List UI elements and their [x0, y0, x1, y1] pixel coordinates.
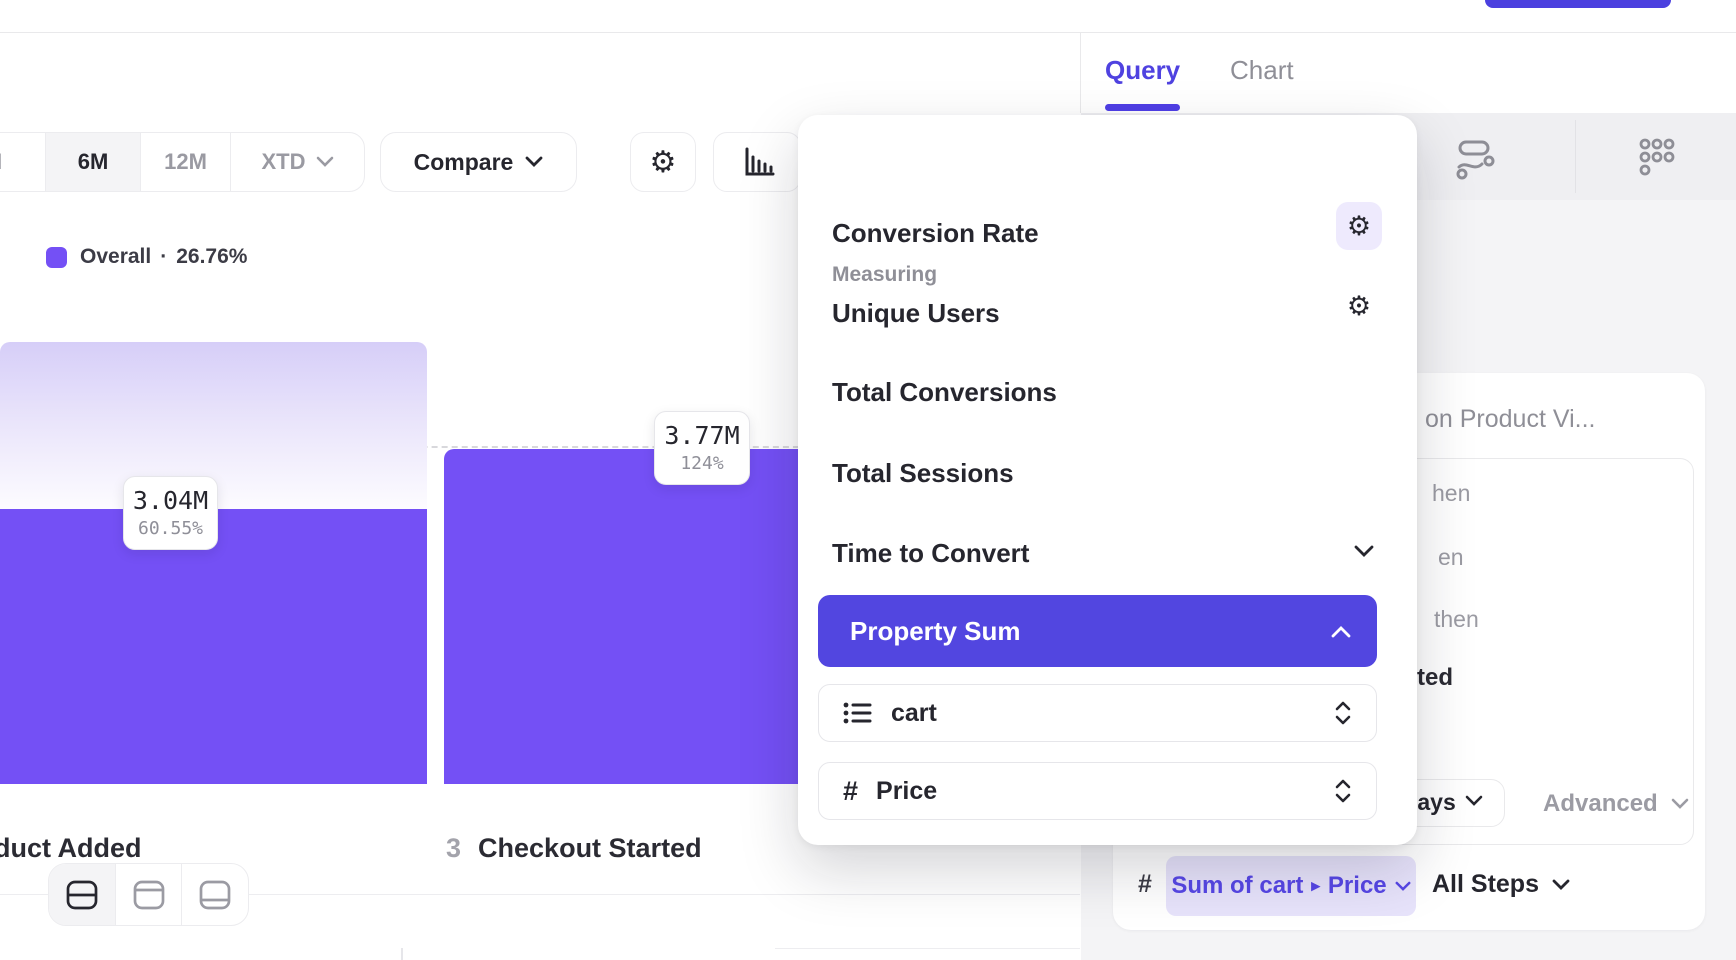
chevron-down-icon — [1671, 798, 1689, 810]
percent-step2: 60.55% — [124, 516, 217, 542]
advanced-dropdown[interactable]: Advanced — [1543, 790, 1689, 818]
menu-item-total-conversions[interactable]: Total Conversions — [832, 377, 1057, 408]
select-arrows-icon — [1332, 776, 1354, 806]
primary-action-button-partial[interactable] — [1485, 0, 1671, 8]
app-window: M 6M 12M XTD Compare ⚙ Overall · 26.76% — [0, 0, 1736, 960]
step-row-fragment-4: ted — [1417, 664, 1453, 692]
list-icon — [841, 698, 873, 728]
value-label-step3: 3.77M 124% — [654, 411, 750, 485]
layout-split-rows-button[interactable] — [49, 864, 116, 925]
tab-chart[interactable]: Chart — [1230, 55, 1294, 86]
chevron-up-icon — [1331, 625, 1351, 638]
value-label-step2: 3.04M 60.55% — [123, 476, 218, 550]
flows-icon — [1452, 134, 1498, 180]
gear-icon: ⚙ — [1347, 211, 1371, 242]
chevron-down-icon — [1552, 879, 1570, 891]
legend-separator: · — [160, 245, 167, 269]
hash-icon: # — [843, 776, 858, 807]
header-divider — [0, 32, 1736, 33]
chevron-down-icon — [525, 156, 543, 168]
dots-grid-icon — [1635, 135, 1679, 179]
gear-icon: ⚙ — [650, 145, 677, 180]
all-steps-label: All Steps — [1432, 870, 1539, 899]
measuring-dropdown: Measuring Conversion Rate ⚙ Unique Users… — [798, 115, 1417, 845]
chip-metric-label: Sum of cart — [1171, 872, 1303, 900]
step-name: Checkout Started — [478, 833, 702, 864]
layout-toggle-group — [48, 863, 249, 926]
menu-item-unique-users[interactable]: Unique Users — [832, 298, 1000, 329]
chip-property-label: Price — [1328, 872, 1387, 900]
step-row-fragment-2: en — [1438, 544, 1464, 571]
property-name-value: Price — [876, 777, 937, 806]
step-label-checkout-started: 3 Checkout Started — [446, 833, 702, 864]
header-row-icon — [132, 879, 166, 911]
funnel-bar-step2 — [0, 509, 427, 784]
conversion-rate-settings-button[interactable]: ⚙ — [1336, 202, 1382, 250]
compare-label: Compare — [414, 149, 514, 176]
legend-series-label: Overall — [80, 245, 151, 269]
triangle-right-icon: ▸ — [1311, 876, 1320, 896]
chevron-down-icon — [316, 156, 334, 168]
property-event-select[interactable]: cart — [818, 684, 1377, 742]
legend-swatch — [46, 247, 67, 268]
panel-divider — [1080, 32, 1081, 113]
property-sum-label: Property Sum — [850, 616, 1021, 647]
number-property-icon: # — [1138, 870, 1152, 899]
chart-settings-button[interactable]: ⚙ — [630, 132, 696, 192]
menu-item-time-to-convert[interactable]: Time to Convert — [832, 538, 1029, 569]
select-arrows-icon — [1332, 698, 1354, 728]
more-chart-types-button[interactable] — [1615, 121, 1699, 192]
percent-step3: 124% — [655, 451, 749, 477]
toolbar-divider — [1575, 120, 1576, 193]
menu-item-conversion-rate[interactable]: Conversion Rate — [832, 218, 1039, 249]
chevron-down-icon — [1395, 881, 1411, 892]
measurement-chip[interactable]: Sum of cart ▸ Price — [1166, 856, 1416, 916]
value-step2: 3.04M — [124, 486, 217, 516]
tab-query[interactable]: Query — [1105, 55, 1180, 86]
step-label-product-added: duct Added — [0, 833, 142, 864]
step-row-fragment-3: then — [1434, 606, 1479, 633]
time-range-xtd-label: XTD — [262, 149, 306, 175]
gear-icon: ⚙ — [1347, 291, 1371, 322]
layout-header-row-button[interactable] — [116, 864, 183, 925]
split-rows-icon — [65, 879, 99, 911]
menu-item-total-sessions[interactable]: Total Sessions — [832, 458, 1014, 489]
chevron-down-icon — [1354, 545, 1374, 558]
property-event-value: cart — [891, 699, 937, 728]
legend: Overall · 26.76% — [46, 245, 247, 269]
time-range-6m[interactable]: 6M — [46, 133, 141, 191]
flow-chart-type-button[interactable] — [1433, 121, 1517, 192]
step-number: 3 — [446, 833, 461, 864]
property-name-select[interactable]: # Price — [818, 762, 1377, 820]
active-tab-underline — [1105, 104, 1180, 111]
conversion-window-label: lays — [1411, 789, 1456, 816]
time-range-12m[interactable]: 12M — [141, 133, 231, 191]
chevron-down-icon — [1465, 795, 1483, 807]
advanced-label: Advanced — [1543, 790, 1658, 818]
bar-chart-icon — [737, 142, 777, 182]
time-range-m[interactable]: M — [0, 133, 46, 191]
step-row-fragment-1: hen — [1432, 480, 1470, 507]
legend-conversion-value: 26.76% — [176, 245, 247, 269]
all-steps-dropdown[interactable]: All Steps — [1432, 870, 1570, 899]
value-step3: 3.77M — [655, 421, 749, 451]
unique-users-settings-button[interactable]: ⚙ — [1336, 282, 1382, 330]
lower-section-tick — [401, 948, 403, 960]
menu-item-property-sum-selected[interactable]: Property Sum — [818, 595, 1377, 667]
time-range-segmented-control: M 6M 12M XTD — [0, 132, 365, 192]
time-range-xtd[interactable]: XTD — [231, 133, 364, 191]
measuring-title: Measuring — [832, 263, 937, 287]
lower-section-divider — [775, 948, 1080, 949]
query-card-header: on Product Vi... — [1425, 405, 1595, 434]
compare-button[interactable]: Compare — [380, 132, 577, 192]
layout-footer-row-button[interactable] — [182, 864, 248, 925]
chart-type-button[interactable] — [713, 132, 801, 192]
footer-row-icon — [198, 879, 232, 911]
